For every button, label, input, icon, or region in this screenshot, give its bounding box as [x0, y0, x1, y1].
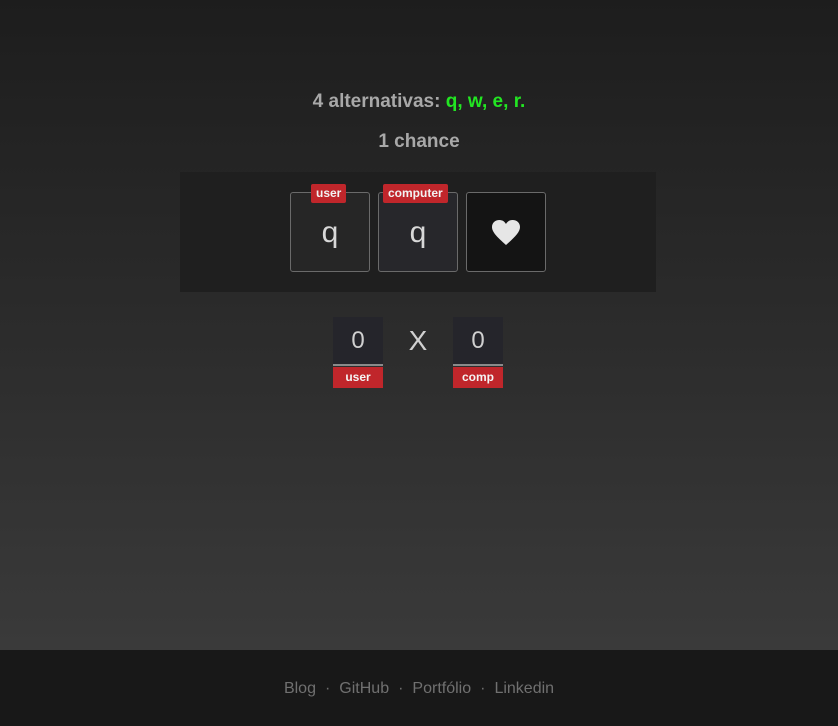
- footer-link-linkedin[interactable]: Linkedin: [494, 680, 554, 697]
- computer-choice-value: q: [409, 216, 427, 249]
- user-choice-box: q user: [290, 184, 370, 272]
- user-score-value: 0: [333, 317, 383, 366]
- user-choice-value: q: [321, 216, 339, 249]
- versus-mark: X: [408, 325, 428, 356]
- option-w: w: [467, 91, 482, 112]
- computer-choice-box: q computer: [378, 184, 458, 272]
- footer-link-blog[interactable]: Blog: [284, 680, 316, 697]
- computer-score-value: 0: [453, 317, 503, 366]
- play-arena: q user q computer: [180, 172, 656, 292]
- footer-separator: ·: [398, 680, 404, 697]
- chances-text: 1 chance: [378, 131, 460, 152]
- game-area: 4 alternativas: q, w, e, r. 1 chance q u…: [0, 0, 838, 650]
- footer-separator: ·: [324, 680, 331, 697]
- option-q: q: [445, 91, 458, 112]
- alternatives-prefix: 4 alternativas:: [312, 91, 446, 112]
- alternatives-heading: 4 alternativas: q, w, e, r.: [312, 91, 526, 112]
- footer-link-portfolio[interactable]: Portfólio: [412, 680, 471, 697]
- footer: Blog · GitHub · Portfólio · Linkedin: [0, 650, 838, 726]
- computer-score-card: 0 comp: [453, 317, 503, 388]
- user-score-card: 0 user: [333, 317, 383, 388]
- user-tag: user: [311, 184, 347, 203]
- option-e: e: [492, 91, 504, 112]
- heart-icon: [492, 220, 520, 245]
- life-box: [466, 192, 546, 272]
- computer-score-label: comp: [453, 367, 503, 388]
- footer-separator: ·: [480, 680, 486, 697]
- footer-link-github[interactable]: GitHub: [339, 680, 389, 697]
- computer-tag: computer: [383, 184, 448, 203]
- user-score-label: user: [333, 367, 383, 388]
